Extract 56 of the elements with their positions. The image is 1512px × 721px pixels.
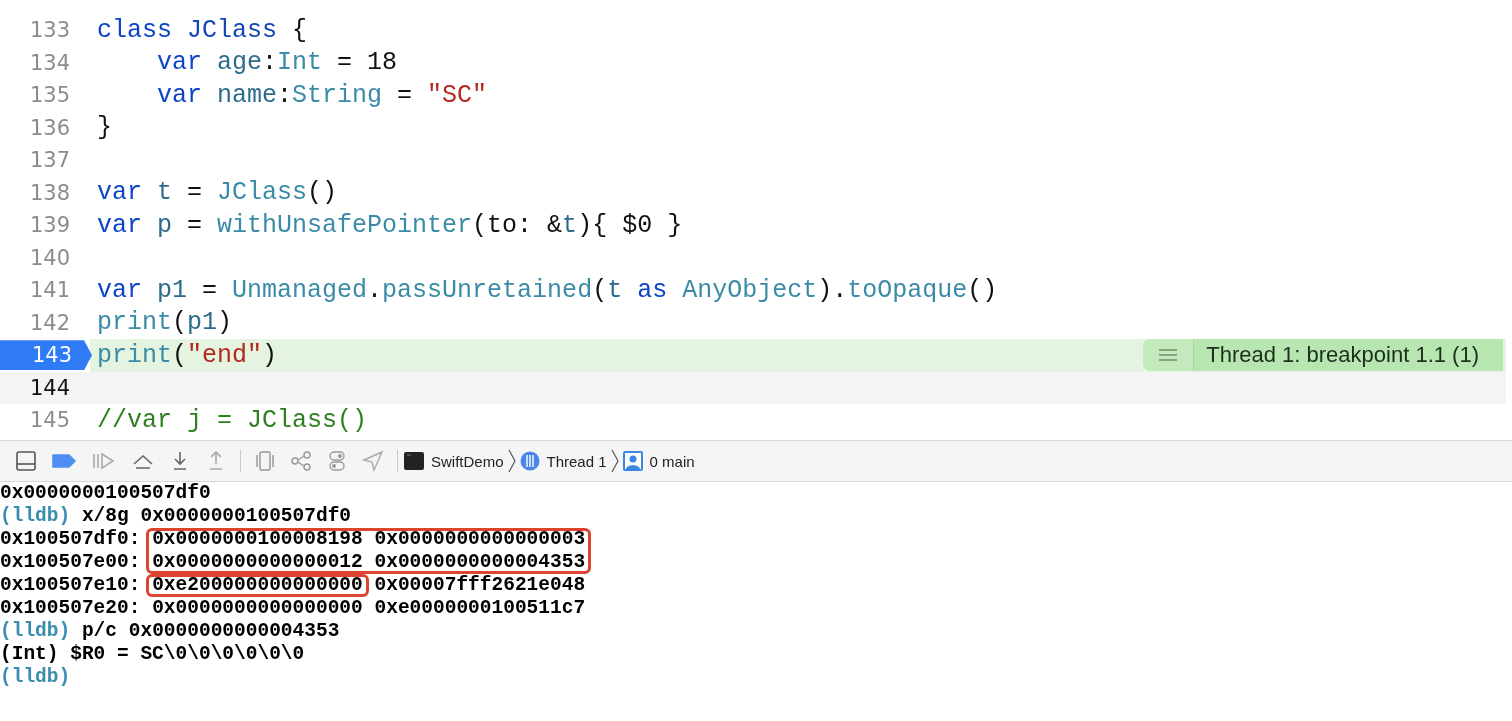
line-number: 137 [29, 148, 71, 173]
memory-value: 0x0000000000000000 [152, 597, 363, 619]
code-line: } [97, 113, 112, 143]
memory-value: 0x0000000000000012 [152, 551, 363, 573]
memory-value: 0x0000000100008198 [152, 528, 363, 550]
code-line: var p = withUnsafePointer(to: &t){ $0 } [97, 210, 683, 240]
line-number: 141 [29, 278, 71, 303]
line-number: 134 [29, 50, 71, 75]
breadcrumb-item[interactable]: Thread 1 [519, 451, 607, 471]
console-line: 0x0000000100507df0 [0, 482, 211, 504]
line-number: 145 [29, 408, 71, 433]
menu-icon[interactable] [1143, 339, 1195, 372]
view-hierarchy-icon[interactable] [254, 450, 276, 472]
line-number: 136 [29, 115, 71, 140]
code-line: var age:Int = 18 [156, 48, 398, 78]
memory-address: 0x100507df0: [0, 528, 141, 550]
chevron-icon [610, 449, 619, 473]
console-line: (lldb) x/8g 0x0000000100507df0 [0, 505, 352, 527]
current-line-number: 143 [0, 340, 92, 371]
code-line: //var j = JClass() [97, 405, 368, 435]
code-line: print(p1) [97, 308, 233, 338]
line-number: 144 [29, 375, 71, 400]
memory-value: 0xe200000000000000 [152, 574, 363, 596]
memory-value: 0x00007fff2621e048 [374, 574, 586, 596]
line-number: 142 [29, 310, 71, 335]
memory-address: 0x100507e20: [0, 597, 141, 619]
breakpoint-annotation[interactable]: Thread 1: breakpoint 1.1 (1) [1143, 339, 1503, 372]
person-icon [622, 451, 643, 471]
code-line: var name:String = "SC" [156, 80, 488, 110]
memory-value: 0xe0000000100511c7 [374, 597, 586, 619]
continue-icon[interactable] [91, 450, 117, 472]
chevron-icon [507, 449, 516, 473]
memory-value: 0x0000000000004353 [374, 551, 586, 573]
location-icon[interactable] [362, 450, 384, 472]
code-line: print("end") [97, 340, 278, 370]
line-number: 140 [29, 245, 71, 270]
console-line: (Int) $R0 = SC\0\0\0\0\0\0 [0, 643, 305, 665]
line-number: 139 [29, 213, 71, 238]
console-line: (lldb) [0, 666, 71, 688]
line-number: 135 [29, 83, 71, 108]
terminal-icon [404, 452, 424, 470]
code-line: class JClass { [97, 15, 308, 45]
console-toggle-icon[interactable] [15, 450, 37, 472]
memory-address: 0x100507e00: [0, 551, 141, 573]
console-line: (lldb) p/c 0x0000000000004353 [0, 620, 340, 642]
memory-address: 0x100507e10: [0, 574, 141, 596]
code-line: var p1 = Unmanaged.passUnretained(t as AnyObject).toOpaque() [97, 275, 998, 305]
memory-value: 0x0000000000000003 [374, 528, 586, 550]
thread-icon [519, 451, 540, 471]
line-number: 133 [29, 18, 71, 43]
breadcrumb-item[interactable]: SwiftDemo [404, 452, 504, 470]
code-line: var t = JClass() [97, 178, 338, 208]
toggle-switches-icon[interactable] [326, 450, 348, 472]
graph-icon[interactable] [290, 450, 312, 472]
breadcrumb-item[interactable]: 0 main [622, 451, 695, 471]
line-number: 138 [29, 180, 71, 205]
